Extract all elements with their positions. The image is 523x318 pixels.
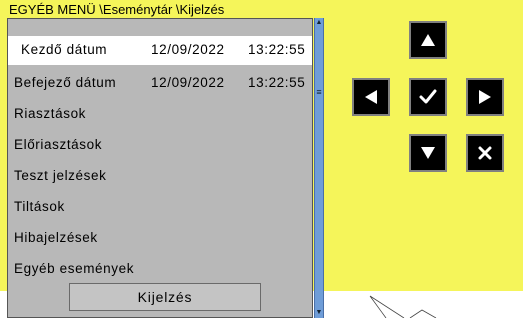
row-label: Teszt jelzések — [14, 168, 107, 183]
scroll-up-arrow-icon[interactable]: ▲ — [315, 18, 323, 28]
row-date-value: 12/09/2022 — [151, 42, 225, 57]
row-time-value: 13:22:55 — [248, 42, 306, 57]
display-button[interactable]: Kijelzés — [69, 283, 261, 311]
row-time-value: 13:22:55 — [248, 75, 306, 90]
menu-row-other-events[interactable]: Egyéb események — [8, 255, 312, 284]
down-button[interactable] — [409, 134, 447, 172]
up-arrow-icon — [421, 34, 435, 46]
cancel-x-icon — [478, 146, 492, 160]
row-label: Előriasztások — [14, 137, 103, 152]
menu-row-alarms[interactable]: Riasztások — [8, 100, 312, 129]
row-label: Egyéb események — [14, 261, 135, 276]
row-label: Tiltások — [14, 199, 65, 214]
cancel-button[interactable] — [466, 134, 504, 172]
background-line-drawing — [369, 295, 437, 318]
left-button[interactable] — [352, 78, 390, 116]
right-button[interactable] — [466, 78, 504, 116]
menu-row-pre-alarms[interactable]: Előriasztások — [8, 131, 312, 160]
right-arrow-icon — [479, 90, 491, 104]
row-label: Hibajelzések — [14, 230, 98, 245]
menu-row-test-signals[interactable]: Teszt jelzések — [8, 162, 312, 191]
scroll-down-arrow-icon[interactable]: ▼ — [315, 308, 323, 318]
left-arrow-icon — [365, 90, 377, 104]
row-date-value: 12/09/2022 — [151, 75, 225, 90]
menu-row-faults[interactable]: Hibajelzések — [8, 224, 312, 253]
menu-scrollbar[interactable]: ▲ ≡ ▼ — [314, 18, 324, 318]
row-label: Kezdő dátum — [21, 42, 108, 57]
up-button[interactable] — [409, 21, 447, 59]
menu-row-disablements[interactable]: Tiltások — [8, 193, 312, 222]
row-label: Riasztások — [14, 106, 87, 121]
breadcrumb: EGYÉB MENÜ \Eseménytár \Kijelzés — [9, 2, 225, 17]
row-label: Befejező dátum — [14, 75, 117, 90]
scroll-grip-icon[interactable]: ≡ — [315, 86, 323, 98]
menu-row-end-date[interactable]: Befejező dátum 12/09/2022 13:22:55 — [8, 69, 312, 98]
down-arrow-icon — [421, 147, 435, 159]
event-log-menu: Kezdő dátum 12/09/2022 13:22:55 Befejező… — [7, 18, 313, 318]
confirm-button[interactable] — [409, 78, 447, 116]
menu-row-start-date[interactable]: Kezdő dátum 12/09/2022 13:22:55 — [8, 36, 312, 65]
checkmark-icon — [419, 89, 437, 104]
